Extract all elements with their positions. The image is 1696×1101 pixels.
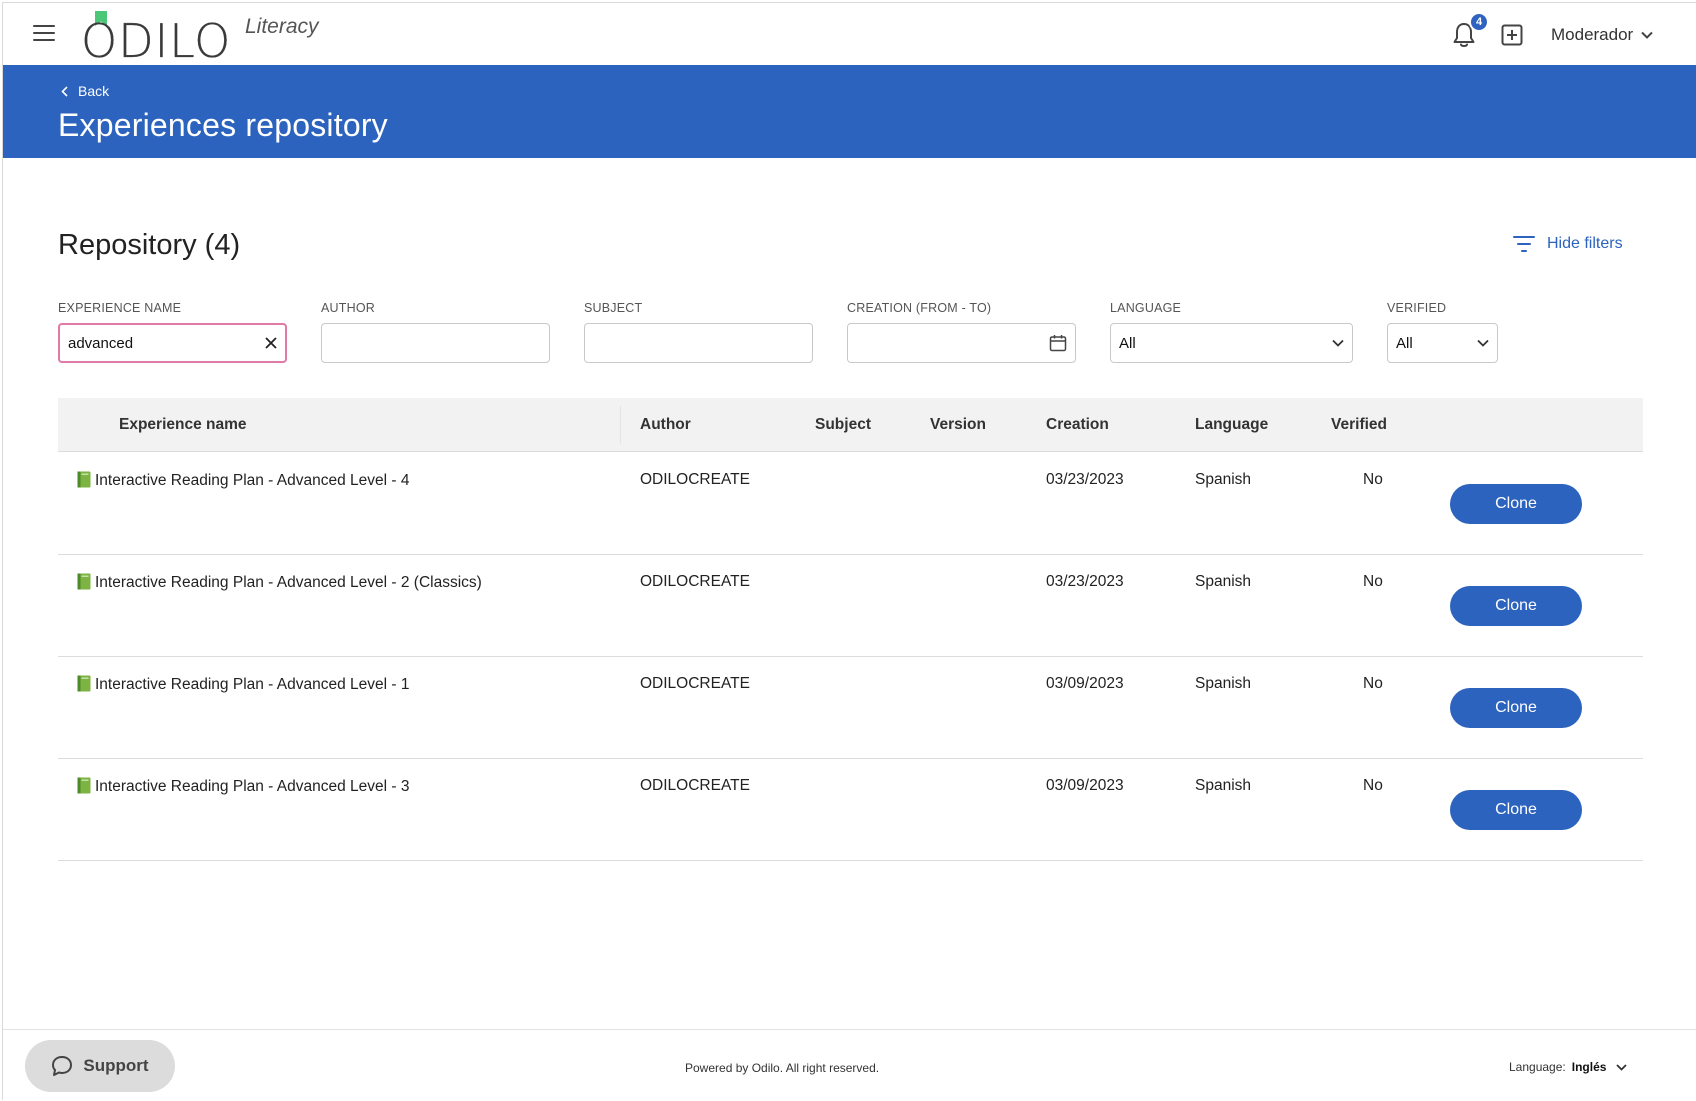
filter-label: LANGUAGE bbox=[1110, 301, 1182, 315]
back-label: Back bbox=[78, 83, 110, 99]
experience-name-cell[interactable]: Interactive Reading Plan - Advanced Leve… bbox=[77, 573, 482, 592]
chat-bubble-icon bbox=[52, 1056, 73, 1076]
column-header-language[interactable]: Language bbox=[1195, 416, 1268, 434]
verified-cell: No bbox=[1363, 573, 1383, 590]
experience-name: Interactive Reading Plan - Advanced Leve… bbox=[95, 676, 410, 693]
filter-label: EXPERIENCE NAME bbox=[58, 301, 182, 315]
author-cell: ODILOCREATE bbox=[640, 675, 750, 692]
creation-cell: 03/23/2023 bbox=[1046, 471, 1124, 488]
filter-language: LANGUAGE All bbox=[1110, 301, 1353, 363]
select-value: All bbox=[1119, 334, 1136, 352]
filter-label: VERIFIED bbox=[1387, 301, 1447, 315]
clone-button[interactable]: Clone bbox=[1450, 484, 1582, 524]
chevron-down-icon bbox=[1641, 31, 1653, 39]
column-header-experience-name[interactable]: Experience name bbox=[119, 416, 247, 434]
verified-cell: No bbox=[1363, 471, 1383, 488]
experience-name: Interactive Reading Plan - Advanced Leve… bbox=[95, 574, 482, 591]
filter-verified: VERIFIED All bbox=[1387, 301, 1498, 363]
filter-icon bbox=[1513, 236, 1535, 252]
verified-cell: No bbox=[1363, 777, 1383, 794]
user-menu[interactable]: Moderador bbox=[1551, 25, 1653, 45]
repository-title: Repository (4) bbox=[58, 229, 241, 261]
language-cell: Spanish bbox=[1195, 573, 1252, 590]
page-header-banner: Back Experiences repository bbox=[3, 65, 1696, 158]
chevron-down-icon bbox=[1477, 339, 1489, 347]
clone-button[interactable]: Clone bbox=[1450, 688, 1582, 728]
filter-label: AUTHOR bbox=[321, 301, 375, 315]
verified-select[interactable]: All bbox=[1387, 323, 1498, 363]
chevron-left-icon bbox=[61, 85, 68, 97]
logo-subtitle: Literacy bbox=[245, 15, 319, 38]
copyright-text: Powered by Odilo. All right reserved. bbox=[685, 1061, 880, 1075]
clone-button[interactable]: Clone bbox=[1450, 790, 1582, 830]
author-cell: ODILOCREATE bbox=[640, 777, 750, 794]
table-row: Interactive Reading Plan - Advanced Leve… bbox=[58, 759, 1643, 861]
author-cell: ODILOCREATE bbox=[640, 573, 750, 590]
column-divider bbox=[620, 406, 621, 444]
experience-name-cell[interactable]: Interactive Reading Plan - Advanced Leve… bbox=[77, 675, 410, 694]
column-header-subject[interactable]: Subject bbox=[815, 416, 871, 434]
table-row: Interactive Reading Plan - Advanced Leve… bbox=[58, 657, 1643, 759]
filter-label: CREATION (FROM - TO) bbox=[847, 301, 992, 315]
filter-subject: SUBJECT bbox=[584, 301, 813, 363]
verified-cell: No bbox=[1363, 675, 1383, 692]
chevron-down-icon bbox=[1332, 339, 1344, 347]
table-row: Interactive Reading Plan - Advanced Leve… bbox=[58, 555, 1643, 657]
creation-date-range-input[interactable] bbox=[847, 323, 1076, 363]
support-label: Support bbox=[83, 1056, 149, 1075]
filter-author: AUTHOR bbox=[321, 301, 550, 363]
column-header-author[interactable]: Author bbox=[640, 416, 691, 434]
book-icon bbox=[77, 573, 91, 590]
language-select[interactable]: All bbox=[1110, 323, 1353, 363]
language-value: Inglés bbox=[1571, 1060, 1607, 1074]
page-title: Experiences repository bbox=[58, 107, 388, 143]
footer-language: Language: Inglés bbox=[1509, 1060, 1628, 1074]
table-row: Interactive Reading Plan - Advanced Leve… bbox=[58, 453, 1643, 555]
footer: Support Powered by Odilo. All right rese… bbox=[3, 1029, 1696, 1101]
user-name: Moderador bbox=[1551, 25, 1634, 44]
creation-cell: 03/09/2023 bbox=[1046, 777, 1124, 794]
hide-filters-label: Hide filters bbox=[1547, 235, 1623, 252]
filter-label: SUBJECT bbox=[584, 301, 643, 315]
column-header-version[interactable]: Version bbox=[930, 416, 986, 434]
select-value: All bbox=[1396, 334, 1413, 352]
language-cell: Spanish bbox=[1195, 777, 1252, 794]
table-header: Experience name Author Subject Version C… bbox=[58, 398, 1643, 452]
column-header-creation[interactable]: Creation bbox=[1046, 416, 1109, 434]
book-icon bbox=[77, 777, 91, 794]
calendar-icon[interactable] bbox=[1049, 334, 1067, 352]
chevron-down-icon bbox=[1616, 1063, 1628, 1071]
author-input[interactable] bbox=[321, 323, 550, 363]
clone-button[interactable]: Clone bbox=[1450, 586, 1582, 626]
notification-count-badge: 4 bbox=[1469, 12, 1489, 32]
book-icon bbox=[77, 675, 91, 692]
app-window: ODILO Literacy 4 Moderador Back Experien… bbox=[2, 2, 1696, 1101]
author-cell: ODILOCREATE bbox=[640, 471, 750, 488]
experience-name-cell[interactable]: Interactive Reading Plan - Advanced Leve… bbox=[77, 777, 410, 796]
menu-icon[interactable] bbox=[33, 25, 55, 43]
language-cell: Spanish bbox=[1195, 675, 1252, 692]
language-cell: Spanish bbox=[1195, 471, 1252, 488]
creation-cell: 03/09/2023 bbox=[1046, 675, 1124, 692]
input-value: advanced bbox=[68, 334, 134, 352]
column-header-verified[interactable]: Verified bbox=[1331, 416, 1387, 434]
clear-icon[interactable] bbox=[265, 337, 277, 349]
experience-name-input[interactable]: advanced bbox=[58, 323, 287, 363]
filter-experience-name: EXPERIENCE NAME advanced bbox=[58, 301, 287, 363]
add-square-icon[interactable] bbox=[1501, 24, 1523, 46]
experience-name: Interactive Reading Plan - Advanced Leve… bbox=[95, 778, 410, 795]
subject-input[interactable] bbox=[584, 323, 813, 363]
top-bar: ODILO Literacy 4 Moderador bbox=[3, 3, 1696, 65]
support-button[interactable]: Support bbox=[25, 1040, 175, 1092]
language-label: Language: bbox=[1509, 1060, 1566, 1074]
back-link[interactable]: Back bbox=[61, 83, 109, 99]
filter-creation: CREATION (FROM - TO) bbox=[847, 301, 1076, 363]
logo-text: ODILO bbox=[81, 14, 232, 68]
language-selector[interactable]: Inglés bbox=[1572, 1060, 1628, 1074]
creation-cell: 03/23/2023 bbox=[1046, 573, 1124, 590]
book-icon bbox=[77, 471, 91, 488]
experience-name: Interactive Reading Plan - Advanced Leve… bbox=[95, 472, 410, 489]
experience-name-cell[interactable]: Interactive Reading Plan - Advanced Leve… bbox=[77, 471, 410, 490]
hide-filters-button[interactable]: Hide filters bbox=[1513, 235, 1623, 253]
